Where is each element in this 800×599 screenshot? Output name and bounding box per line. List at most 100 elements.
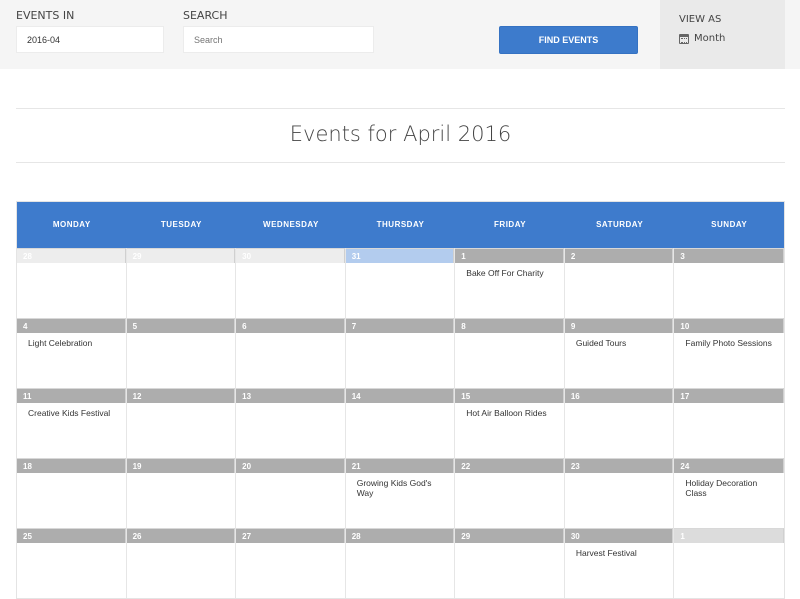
view-as-value: Month bbox=[694, 33, 726, 44]
day-number: 29 bbox=[126, 248, 236, 263]
search-input[interactable] bbox=[183, 26, 374, 53]
calendar-week: 11 Creative Kids Festival 12 13 14 15 Hot Air … bbox=[17, 388, 784, 458]
calendar-day[interactable]: 25 bbox=[17, 528, 127, 598]
calendar-day[interactable]: 1 Bake Off For Charity bbox=[455, 248, 565, 318]
calendar-day[interactable]: 3 bbox=[674, 248, 784, 318]
calendar-week: 18 19 20 21 Growing Kids God's Way 22 23 24 Holi… bbox=[17, 458, 784, 528]
day-number: 16 bbox=[564, 388, 674, 403]
calendar-week: 28 29 30 31 1 Bake Off For Charity 2 3 bbox=[17, 248, 784, 318]
calendar-day[interactable]: 30 Harvest Festival bbox=[564, 528, 675, 598]
event-link[interactable]: Light Celebration bbox=[17, 333, 126, 348]
day-number: 10 bbox=[674, 318, 784, 333]
weekday-sunday: SUNDAY bbox=[711, 220, 748, 229]
day-number: 8 bbox=[455, 318, 564, 333]
view-as-panel: VIEW AS Month bbox=[660, 0, 785, 69]
day-number: 18 bbox=[17, 458, 126, 473]
calendar-day[interactable]: 17 bbox=[674, 388, 784, 458]
day-number: 25 bbox=[17, 528, 126, 543]
day-number: 1 bbox=[674, 528, 784, 543]
day-number: 31 bbox=[345, 248, 455, 263]
view-as-label: VIEW AS bbox=[679, 14, 722, 25]
day-number: 17 bbox=[674, 388, 784, 403]
day-number: 21 bbox=[345, 458, 455, 473]
month-calendar: MONDAY TUESDAY WEDNESDAY THURSDAY FRIDAY SATU… bbox=[16, 201, 785, 599]
day-number: 20 bbox=[236, 458, 345, 473]
weekday-tuesday: TUESDAY bbox=[160, 220, 202, 229]
day-number: 5 bbox=[126, 318, 236, 333]
calendar-day[interactable]: 12 bbox=[126, 388, 237, 458]
events-in-input[interactable] bbox=[16, 26, 164, 53]
search-label: SEARCH bbox=[183, 9, 228, 22]
calendar-day[interactable]: 13 bbox=[236, 388, 346, 458]
event-link[interactable]: Creative Kids Festival bbox=[17, 403, 126, 418]
event-link[interactable]: Family Photo Sessions bbox=[674, 333, 784, 348]
calendar-day[interactable]: 21 Growing Kids God's Way bbox=[345, 458, 456, 528]
calendar-day[interactable]: 28 bbox=[17, 248, 127, 318]
calendar-day[interactable]: 22 bbox=[455, 458, 565, 528]
calendar-day[interactable]: 2 bbox=[564, 248, 675, 318]
event-link[interactable]: Harvest Festival bbox=[565, 543, 674, 558]
day-number: 26 bbox=[126, 528, 236, 543]
weekday-saturday: SATURDAY bbox=[596, 220, 644, 229]
event-link[interactable]: Holiday Decoration Class bbox=[674, 473, 784, 498]
calendar-day[interactable]: 29 bbox=[455, 528, 565, 598]
calendar-day[interactable]: 9 Guided Tours bbox=[564, 318, 675, 388]
day-number: 12 bbox=[126, 388, 236, 403]
calendar-day[interactable]: 16 bbox=[564, 388, 675, 458]
calendar-day[interactable]: 11 Creative Kids Festival bbox=[17, 388, 127, 458]
day-number: 22 bbox=[455, 458, 564, 473]
day-number: 6 bbox=[236, 318, 345, 333]
calendar-day[interactable]: 15 Hot Air Balloon Rides bbox=[455, 388, 565, 458]
calendar-day[interactable]: 31 bbox=[345, 248, 456, 318]
calendar-day[interactable]: 14 bbox=[345, 388, 456, 458]
calendar-icon bbox=[679, 33, 689, 44]
event-link[interactable]: Bake Off For Charity bbox=[455, 263, 564, 278]
day-number: 13 bbox=[236, 388, 345, 403]
day-number: 27 bbox=[236, 528, 345, 543]
find-events-button[interactable]: FIND EVENTS bbox=[499, 26, 638, 54]
page-title: Events for April 2016 bbox=[289, 122, 512, 146]
calendar-day[interactable]: 5 bbox=[126, 318, 237, 388]
day-number: 2 bbox=[564, 248, 674, 263]
calendar-week: 25 26 27 28 29 30 Harvest Festival 1 bbox=[17, 528, 784, 598]
calendar-day[interactable]: 30 bbox=[236, 248, 346, 318]
day-number: 7 bbox=[345, 318, 455, 333]
day-number: 28 bbox=[345, 528, 455, 543]
calendar-day[interactable]: 6 bbox=[236, 318, 346, 388]
calendar-day[interactable]: 10 Family Photo Sessions bbox=[674, 318, 784, 388]
day-number: 14 bbox=[345, 388, 455, 403]
calendar-day[interactable]: 18 bbox=[17, 458, 127, 528]
calendar-day[interactable]: 19 bbox=[126, 458, 237, 528]
weekday-header: MONDAY TUESDAY WEDNESDAY THURSDAY FRIDAY SATU… bbox=[17, 202, 784, 248]
calendar-day[interactable]: 26 bbox=[126, 528, 237, 598]
event-link[interactable]: Hot Air Balloon Rides bbox=[455, 403, 564, 418]
event-link[interactable]: Guided Tours bbox=[565, 333, 674, 348]
calendar-day[interactable]: 1 bbox=[674, 528, 784, 598]
calendar-day[interactable]: 29 bbox=[126, 248, 237, 318]
calendar-day[interactable]: 24 Holiday Decoration Class bbox=[674, 458, 784, 528]
calendar-day[interactable]: 27 bbox=[236, 528, 346, 598]
day-number: 28 bbox=[17, 248, 126, 263]
events-in-label: EVENTS IN bbox=[16, 9, 75, 22]
day-number: 11 bbox=[17, 388, 126, 403]
calendar-day[interactable]: 8 bbox=[455, 318, 565, 388]
calendar-day[interactable]: 7 bbox=[345, 318, 456, 388]
day-number: 9 bbox=[564, 318, 674, 333]
calendar-day[interactable]: 20 bbox=[236, 458, 346, 528]
calendar-day[interactable]: 4 Light Celebration bbox=[17, 318, 127, 388]
day-number: 3 bbox=[674, 248, 784, 263]
filter-bar: EVENTS IN SEARCH FIND EVENTS VIEW AS Mon… bbox=[0, 0, 800, 69]
day-number: 15 bbox=[455, 388, 564, 403]
event-link[interactable]: Growing Kids God's Way bbox=[346, 473, 455, 498]
day-number: 4 bbox=[17, 318, 126, 333]
day-number: 29 bbox=[455, 528, 564, 543]
day-number: 30 bbox=[564, 528, 674, 543]
calendar-day[interactable]: 28 bbox=[345, 528, 456, 598]
weekday-friday: FRIDAY bbox=[494, 220, 527, 229]
calendar-body: 28 29 30 31 1 Bake Off For Charity 2 3 4 Light Ce… bbox=[17, 248, 784, 598]
divider-bottom bbox=[16, 162, 785, 163]
calendar-week: 4 Light Celebration 5 6 7 8 9 Guided Tours 10 Fam… bbox=[17, 318, 784, 388]
view-as-month-selector[interactable]: Month bbox=[679, 33, 725, 44]
calendar-day[interactable]: 23 bbox=[564, 458, 675, 528]
day-number: 30 bbox=[236, 248, 345, 263]
